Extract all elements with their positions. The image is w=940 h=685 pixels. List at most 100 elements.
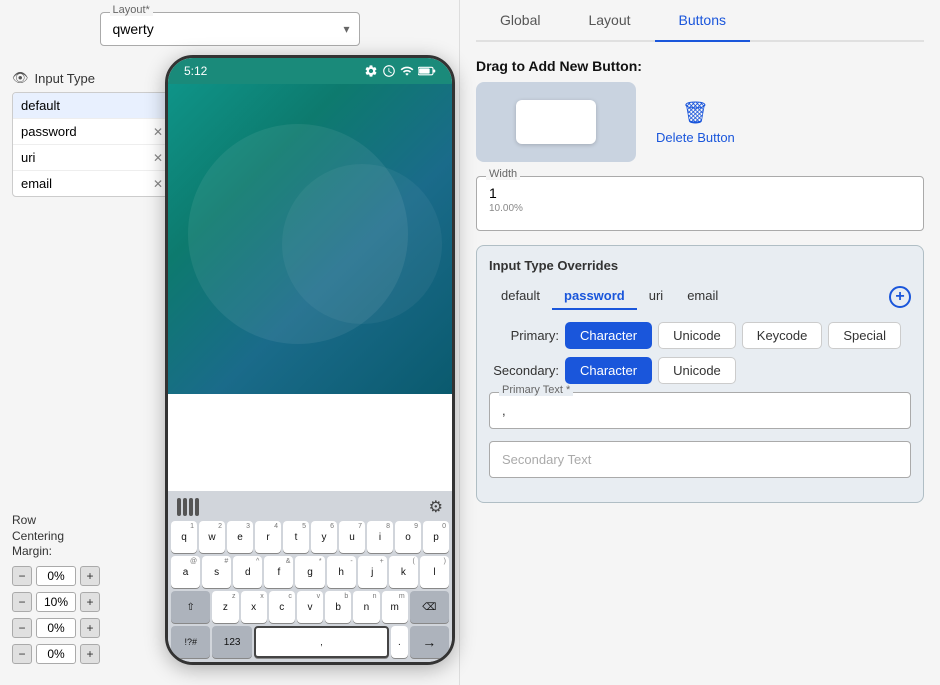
key-t[interactable]: t5 — [283, 521, 309, 553]
delete-button-label[interactable]: Delete Button — [656, 130, 735, 145]
key-c[interactable]: cc — [269, 591, 295, 623]
layout-label: Layout* — [110, 4, 153, 16]
input-type-password-label: password — [21, 124, 77, 139]
margin-value-1[interactable] — [36, 566, 76, 586]
key-d[interactable]: d^ — [233, 556, 262, 588]
key-z[interactable]: zz — [212, 591, 238, 623]
margin-value-3[interactable] — [36, 618, 76, 638]
list-item[interactable]: password ✕ — [13, 119, 171, 145]
key-j[interactable]: j+ — [358, 556, 387, 588]
keyboard-toolbar-left — [177, 498, 199, 516]
key-k[interactable]: k( — [389, 556, 418, 588]
key-symbols[interactable]: !?# — [171, 626, 210, 658]
key-backspace[interactable]: ⌫ — [410, 591, 449, 623]
list-item[interactable]: uri ✕ — [13, 145, 171, 171]
margin-value-4[interactable] — [36, 644, 76, 664]
primary-text-wrapper: Primary Text * — [489, 392, 911, 429]
input-type-list: default password ✕ uri ✕ email ✕ — [12, 92, 172, 197]
key-space[interactable]: , — [254, 626, 389, 658]
primary-special-button[interactable]: Special — [828, 322, 901, 349]
key-l[interactable]: l) — [420, 556, 449, 588]
key-w[interactable]: w2 — [199, 521, 225, 553]
width-value: 1 — [489, 185, 911, 201]
tab-layout[interactable]: Layout — [564, 0, 654, 40]
primary-text-label: Primary Text * — [499, 384, 573, 396]
close-icon[interactable]: ✕ — [153, 151, 163, 165]
key-e[interactable]: e3 — [227, 521, 253, 553]
delete-icon[interactable]: 🗑 — [681, 100, 709, 126]
key-i[interactable]: i8 — [367, 521, 393, 553]
margin-minus-4[interactable]: − — [12, 644, 32, 664]
margin-minus-2[interactable]: − — [12, 592, 32, 612]
key-enter[interactable]: → — [410, 626, 449, 658]
secondary-text-wrapper — [489, 441, 911, 478]
close-icon[interactable]: ✕ — [153, 125, 163, 139]
key-123[interactable]: 123 — [212, 626, 251, 658]
primary-label: Primary: — [489, 328, 559, 343]
bar-icon — [189, 498, 193, 516]
input-type-email-label: email — [21, 176, 52, 191]
tabs-header: Global Layout Buttons — [476, 0, 924, 42]
drag-area[interactable] — [476, 82, 636, 162]
key-n[interactable]: nn — [353, 591, 379, 623]
list-item[interactable]: email ✕ — [13, 171, 171, 196]
keyboard-toolbar: ⚙ — [171, 495, 449, 521]
key-s[interactable]: s# — [202, 556, 231, 588]
margin-plus-2[interactable]: + — [80, 592, 100, 612]
key-p[interactable]: p0 — [423, 521, 449, 553]
key-u[interactable]: u7 — [339, 521, 365, 553]
key-f[interactable]: f& — [264, 556, 293, 588]
width-label: Width — [486, 168, 520, 180]
key-h[interactable]: h- — [327, 556, 356, 588]
right-panel: Global Layout Buttons Drag to Add New Bu… — [460, 0, 940, 685]
key-y[interactable]: y6 — [311, 521, 337, 553]
primary-character-button[interactable]: Character — [565, 322, 652, 349]
key-shift[interactable]: ⇧ — [171, 591, 210, 623]
close-icon[interactable]: ✕ — [153, 177, 163, 191]
key-period[interactable]: . — [391, 626, 407, 658]
secondary-unicode-button[interactable]: Unicode — [658, 357, 736, 384]
key-v[interactable]: vv — [297, 591, 323, 623]
overrides-tab-email[interactable]: email — [675, 283, 730, 310]
tab-global[interactable]: Global — [476, 0, 564, 40]
key-a[interactable]: a@ — [171, 556, 200, 588]
overrides-tab-password[interactable]: password — [552, 283, 637, 310]
tab-buttons[interactable]: Buttons — [655, 0, 750, 40]
margin-plus-1[interactable]: + — [80, 566, 100, 586]
key-b[interactable]: bb — [325, 591, 351, 623]
margin-plus-4[interactable]: + — [80, 644, 100, 664]
margin-value-2[interactable] — [36, 592, 76, 612]
primary-keycode-button[interactable]: Keycode — [742, 322, 823, 349]
bar-icon — [183, 498, 187, 516]
secondary-type-row: Secondary: Character Unicode — [489, 357, 911, 384]
overrides-tab-uri[interactable]: uri — [637, 283, 675, 310]
margin-plus-3[interactable]: + — [80, 618, 100, 638]
secondary-character-button[interactable]: Character — [565, 357, 652, 384]
margin-minus-1[interactable]: − — [12, 566, 32, 586]
overrides-tab-default[interactable]: default — [489, 283, 552, 310]
key-o[interactable]: o9 — [395, 521, 421, 553]
key-g[interactable]: g* — [295, 556, 324, 588]
phone-mockup: 5:12 — [165, 55, 455, 665]
key-x[interactable]: xx — [241, 591, 267, 623]
phone-wallpaper — [168, 84, 452, 394]
phone-time: 5:12 — [184, 64, 207, 78]
layout-select[interactable]: qwerty — [100, 12, 360, 46]
gear-icon[interactable]: ⚙ — [429, 497, 443, 517]
drag-area-row: 🗑 Delete Button — [476, 82, 924, 162]
key-m[interactable]: mm — [382, 591, 408, 623]
primary-type-row: Primary: Character Unicode Keycode Speci… — [489, 322, 911, 349]
bar-icon — [195, 498, 199, 516]
input-type-uri-label: uri — [21, 150, 35, 165]
key-q[interactable]: q1 — [171, 521, 197, 553]
margin-minus-3[interactable]: − — [12, 618, 32, 638]
primary-unicode-button[interactable]: Unicode — [658, 322, 736, 349]
list-item[interactable]: default — [13, 93, 171, 119]
key-r[interactable]: r4 — [255, 521, 281, 553]
secondary-text-input[interactable] — [489, 441, 911, 478]
add-override-button[interactable]: + — [889, 286, 911, 308]
drag-section: Drag to Add New Button: 🗑 Delete Button — [476, 58, 924, 162]
margin-section: RowCenteringMargin: − + − + − + − + — [12, 513, 152, 670]
primary-text-input[interactable] — [489, 392, 911, 429]
margin-row-3: − + — [12, 618, 152, 638]
